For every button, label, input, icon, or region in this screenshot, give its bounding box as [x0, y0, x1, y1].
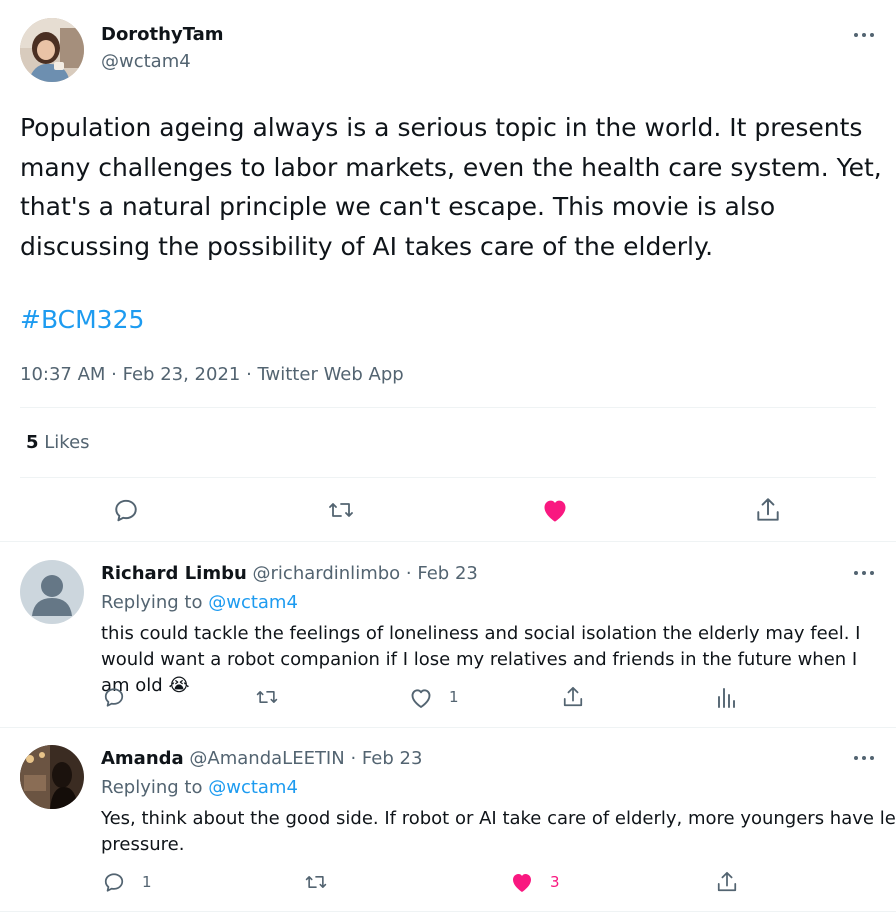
reply-text-line: pressure.	[101, 834, 185, 855]
like-count: 1	[449, 688, 459, 706]
like-icon[interactable]	[409, 687, 433, 709]
reply-header: Richard Limbu @richardinlimbo · Feb 23	[101, 563, 478, 584]
reply-text-line: Yes, think about the good side. If robot…	[101, 808, 896, 829]
divider	[0, 911, 896, 912]
tweet-text: Population ageing always is a serious to…	[20, 113, 882, 261]
analytics-icon[interactable]	[715, 686, 737, 708]
reply-text: this could tackle the feelings of loneli…	[101, 621, 891, 699]
retweet-icon[interactable]	[327, 497, 355, 523]
more-options-icon[interactable]	[852, 748, 876, 768]
like-icon-filled[interactable]	[510, 871, 534, 893]
share-icon[interactable]	[562, 685, 584, 709]
replying-to: Replying to @wctam4	[101, 592, 298, 613]
divider	[0, 727, 896, 728]
display-name[interactable]: DorothyTam	[101, 24, 224, 45]
reply-header: Amanda @AmandaLEETIN · Feb 23	[101, 748, 422, 769]
reply-count: 1	[142, 873, 152, 891]
retweet-icon[interactable]	[304, 871, 328, 893]
like-count: 3	[550, 873, 560, 891]
reply-text-body: this could tackle the feelings of loneli…	[101, 623, 861, 696]
display-name[interactable]: Amanda	[101, 748, 184, 769]
avatar[interactable]	[20, 745, 84, 809]
divider	[0, 541, 896, 542]
replying-label: Replying to	[101, 777, 203, 798]
crying-emoji: 😭	[168, 675, 190, 696]
user-handle[interactable]: @AmandaLEETIN	[189, 748, 344, 769]
reply-date[interactable]: · Feb 23	[350, 748, 422, 769]
share-icon[interactable]	[755, 496, 781, 524]
display-name[interactable]: Richard Limbu	[101, 563, 247, 584]
retweet-icon[interactable]	[255, 686, 279, 708]
share-icon[interactable]	[716, 870, 738, 894]
likes-stat[interactable]: 5 Likes	[26, 432, 90, 453]
user-handle[interactable]: @richardinlimbo	[253, 563, 401, 584]
divider	[20, 407, 876, 408]
reply-text: Yes, think about the good side. If robot…	[101, 806, 896, 858]
more-options-icon[interactable]	[852, 25, 876, 45]
reply-icon[interactable]	[113, 497, 139, 523]
avatar[interactable]	[20, 18, 84, 82]
hashtag-link[interactable]: #BCM325	[20, 305, 144, 334]
reply-icon[interactable]	[103, 686, 125, 708]
replying-handle-link[interactable]: @wctam4	[208, 777, 298, 798]
replying-handle-link[interactable]: @wctam4	[208, 592, 298, 613]
default-avatar[interactable]	[20, 560, 84, 624]
user-handle[interactable]: @wctam4	[101, 51, 191, 72]
tweet-timestamp[interactable]: 10:37 AM · Feb 23, 2021 · Twitter Web Ap…	[20, 364, 404, 385]
likes-count: 5	[26, 432, 39, 453]
replying-to: Replying to @wctam4	[101, 777, 298, 798]
divider	[20, 477, 876, 478]
reply-date[interactable]: · Feb 23	[406, 563, 478, 584]
likes-label: Likes	[44, 432, 90, 453]
replying-label: Replying to	[101, 592, 203, 613]
like-icon-filled[interactable]	[541, 497, 569, 523]
more-options-icon[interactable]	[852, 563, 876, 583]
reply-icon[interactable]	[103, 871, 125, 893]
